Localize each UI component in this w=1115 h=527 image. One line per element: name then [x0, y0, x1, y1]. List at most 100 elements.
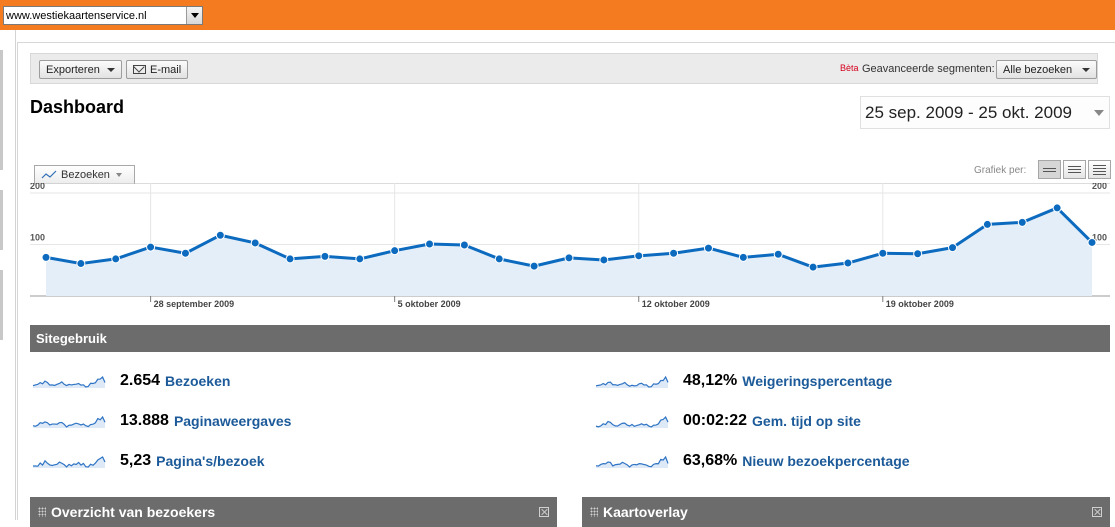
- export-label: Exporteren: [46, 63, 100, 76]
- beta-badge: Bèta: [840, 63, 859, 73]
- page-title: Dashboard: [30, 97, 125, 117]
- toolbar: Exporteren E-mail Bèta Geavanceerde segm…: [30, 53, 1098, 84]
- chart-data-point: [878, 248, 888, 258]
- site-selector-value: www.westiekaartenservice.nl: [6, 9, 147, 22]
- widget-visitors-overview[interactable]: Overzicht van bezoekers: [30, 497, 557, 527]
- close-icon[interactable]: [1092, 507, 1102, 517]
- chart-data-point: [425, 239, 435, 249]
- main-content: Exporteren E-mail Bèta Geavanceerde segm…: [17, 42, 1115, 527]
- chart-data-point: [913, 249, 923, 259]
- widget-title: Kaartoverlay: [603, 504, 688, 520]
- stat-new-visits: 63,68% Nieuw bezoekpercentage: [595, 451, 910, 471]
- scroll-marker: [0, 190, 3, 250]
- metric-selector[interactable]: Bezoeken: [34, 165, 135, 184]
- envelope-icon: [133, 65, 146, 74]
- chart-data-point: [111, 254, 121, 264]
- chart-data-point: [703, 243, 713, 253]
- stat-link[interactable]: Nieuw bezoekpercentage: [742, 453, 909, 469]
- site-selector[interactable]: www.westiekaartenservice.nl: [3, 6, 203, 25]
- date-range-picker[interactable]: 25 sep. 2009 - 25 okt. 2009: [860, 96, 1110, 129]
- stat-bounce-rate: 48,12% Weigeringspercentage: [595, 371, 892, 391]
- drag-handle-icon[interactable]: [590, 507, 598, 517]
- line-chart-icon: [41, 170, 57, 179]
- chart-data-point: [76, 259, 86, 269]
- chart-data-point: [843, 258, 853, 268]
- chart-data-point: [180, 248, 190, 258]
- chart-data-point: [808, 262, 818, 272]
- chevron-down-icon: [115, 173, 122, 177]
- chevron-down-icon[interactable]: [186, 7, 202, 24]
- segments-label: Geavanceerde segmenten:: [862, 63, 995, 75]
- widget-title: Overzicht van bezoekers: [51, 504, 216, 520]
- chart-data-point: [982, 219, 992, 229]
- graph-by-month-button[interactable]: [1088, 160, 1111, 179]
- chart-x-label: 28 september 2009: [154, 299, 235, 309]
- segments-value: Alle bezoeken: [1003, 63, 1073, 76]
- stat-value: 5,23: [120, 452, 152, 469]
- chart-data-point: [250, 238, 260, 248]
- segments-dropdown[interactable]: Alle bezoeken: [996, 60, 1097, 79]
- email-button[interactable]: E-mail: [126, 60, 189, 79]
- chart-y-label: 200: [1092, 183, 1107, 191]
- stat-value: 63,68%: [683, 452, 738, 469]
- chart-data-point: [773, 249, 783, 259]
- stat-link[interactable]: Bezoeken: [165, 373, 230, 389]
- widget-map-overlay[interactable]: Kaartoverlay: [582, 497, 1110, 527]
- chevron-down-icon: [1082, 67, 1090, 72]
- chart-x-label: 19 oktober 2009: [886, 299, 954, 309]
- left-edge: [0, 30, 16, 520]
- chart-data-point: [564, 253, 574, 263]
- chart-data-point: [948, 243, 958, 253]
- stat-visits: 2.654 Bezoeken: [32, 371, 230, 391]
- section-header-site-usage: Sitegebruik: [30, 325, 1110, 352]
- sparkline-icon: [595, 415, 669, 428]
- drag-handle-icon[interactable]: [38, 507, 46, 517]
- chart-x-label: 5 oktober 2009: [398, 299, 461, 309]
- stat-value: 48,12%: [683, 372, 738, 389]
- sparkline-icon: [595, 455, 669, 468]
- metric-label: Bezoeken: [61, 169, 110, 181]
- chevron-down-icon: [106, 67, 115, 72]
- visits-chart-container: 28 september 2009 5 oktober 2009 12 oktobe…: [30, 181, 1110, 313]
- chart-data-point: [215, 230, 225, 240]
- graph-by-week-button[interactable]: [1063, 160, 1086, 179]
- scroll-marker: [0, 50, 3, 170]
- chart-x-label: 12 oktober 2009: [642, 299, 710, 309]
- chart-data-point: [669, 248, 679, 258]
- sparkline-icon: [595, 375, 669, 388]
- chart-data-point: [285, 254, 295, 264]
- chart-data-point: [320, 251, 330, 261]
- chart-data-point: [1087, 237, 1097, 247]
- chevron-down-icon[interactable]: [1089, 97, 1109, 128]
- stat-link[interactable]: Gem. tijd op site: [752, 413, 861, 429]
- sparkline-icon: [33, 456, 106, 468]
- close-icon[interactable]: [539, 507, 549, 517]
- chart-data-point: [738, 252, 748, 262]
- chart-data-point: [459, 240, 469, 250]
- sparkline-icon: [32, 376, 106, 388]
- stat-value: 13.888: [120, 412, 169, 429]
- graph-by-day-button[interactable]: [1038, 160, 1061, 179]
- chart-y-label: 100: [30, 233, 45, 243]
- email-label: E-mail: [150, 63, 182, 76]
- export-button[interactable]: Exporteren: [39, 60, 122, 79]
- stat-pages-per-visit: 5,23 Pagina's/bezoek: [32, 451, 265, 471]
- chart-data-point: [494, 254, 504, 264]
- chart-data-point: [634, 251, 644, 261]
- date-range-value: 25 sep. 2009 - 25 okt. 2009: [865, 102, 1072, 122]
- sparkline-icon: [32, 415, 106, 428]
- chart-data-point: [599, 255, 609, 265]
- graph-per-label: Grafiek per:: [974, 165, 1027, 176]
- chart-data-point: [1052, 203, 1062, 213]
- stat-value: 2.654: [120, 372, 161, 389]
- top-bar: www.westiekaartenservice.nl: [0, 0, 1115, 30]
- stat-link[interactable]: Paginaweergaves: [174, 413, 292, 429]
- stat-link[interactable]: Pagina's/bezoek: [156, 453, 264, 469]
- stat-link[interactable]: Weigeringspercentage: [742, 373, 892, 389]
- chart-data-point: [1017, 217, 1027, 227]
- chart-y-label: 200: [30, 183, 45, 191]
- stat-avg-time: 00:02:22 Gem. tijd op site: [595, 411, 861, 431]
- chart-data-point: [529, 261, 539, 271]
- chart-data-point: [390, 246, 400, 256]
- stat-value: 00:02:22: [683, 412, 748, 429]
